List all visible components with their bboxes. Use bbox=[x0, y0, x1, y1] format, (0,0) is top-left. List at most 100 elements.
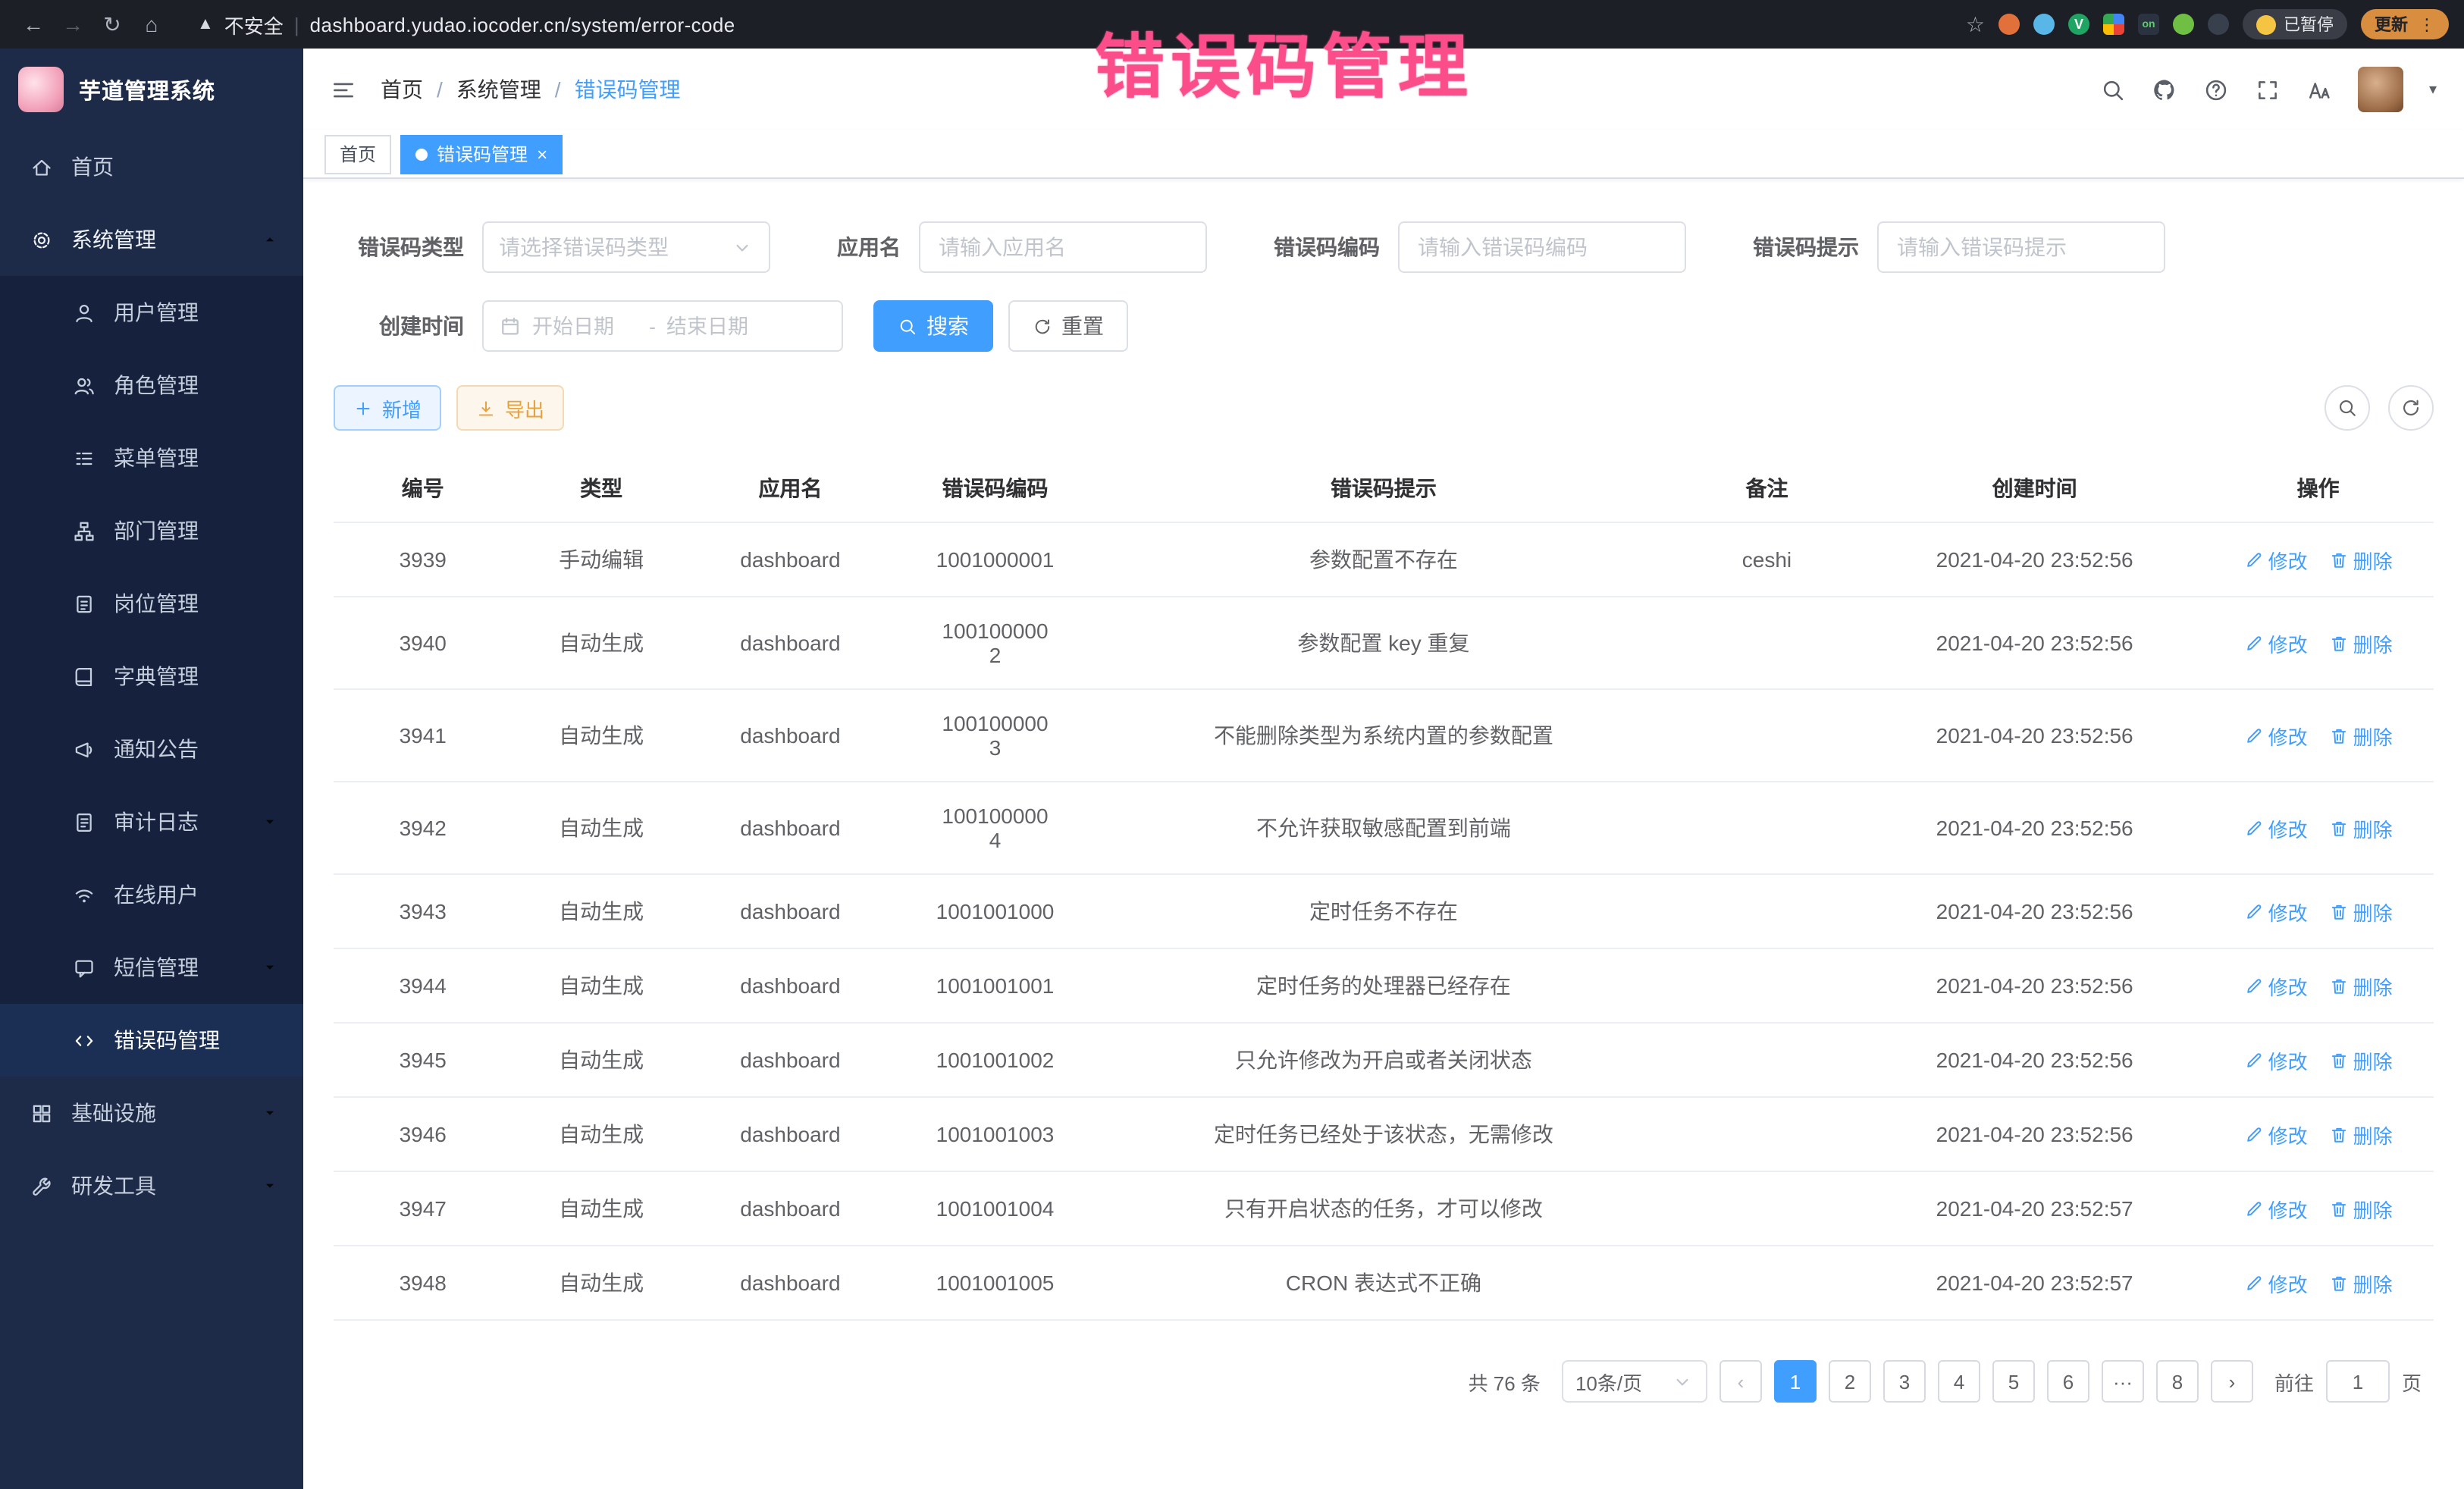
sidebar-item-notice[interactable]: 通知公告 bbox=[0, 713, 303, 785]
app-name-input[interactable] bbox=[919, 221, 1207, 273]
page-button-5[interactable]: 5 bbox=[1992, 1360, 2035, 1403]
goto-page-input[interactable] bbox=[2326, 1360, 2390, 1403]
app-logo[interactable]: 芋道管理系统 bbox=[0, 49, 303, 130]
sidebar-item-home[interactable]: 首页 bbox=[0, 130, 303, 203]
page-button-6[interactable]: 6 bbox=[2047, 1360, 2089, 1403]
sidebar-item-menu[interactable]: 菜单管理 bbox=[0, 422, 303, 494]
cell-app: dashboard bbox=[691, 1097, 890, 1171]
github-icon[interactable] bbox=[2152, 77, 2177, 102]
sidebar-item-audit-log[interactable]: 审计日志 bbox=[0, 785, 303, 858]
font-size-icon[interactable] bbox=[2306, 77, 2332, 102]
delete-link[interactable]: 删除 bbox=[2329, 1268, 2393, 1297]
tag-bar: 首页 错误码管理 × bbox=[303, 130, 2464, 179]
edit-link[interactable]: 修改 bbox=[2244, 1268, 2308, 1297]
sidebar-item-sms[interactable]: 短信管理 bbox=[0, 931, 303, 1004]
paused-badge[interactable]: 已暂停 bbox=[2243, 9, 2347, 39]
edit-link[interactable]: 修改 bbox=[2244, 545, 2308, 574]
browser-home-icon[interactable]: ⌂ bbox=[133, 12, 170, 36]
page-ellipsis[interactable]: ··· bbox=[2102, 1360, 2144, 1403]
error-type-select[interactable]: 请选择错误码类型 bbox=[482, 221, 770, 273]
edit-link[interactable]: 修改 bbox=[2244, 1194, 2308, 1223]
export-button[interactable]: 导出 bbox=[456, 385, 564, 431]
delete-link[interactable]: 删除 bbox=[2329, 1120, 2393, 1149]
reload-icon[interactable]: ↻ bbox=[94, 11, 130, 37]
prev-page-button[interactable]: ‹ bbox=[1719, 1360, 1762, 1403]
page-button-2[interactable]: 2 bbox=[1829, 1360, 1871, 1403]
bookmark-star-icon[interactable]: ☆ bbox=[1966, 11, 1985, 37]
edit-link[interactable]: 修改 bbox=[2244, 1045, 2308, 1074]
page-button-1[interactable]: 1 bbox=[1774, 1360, 1817, 1403]
edit-link[interactable]: 修改 bbox=[2244, 971, 2308, 1000]
sidebar-item-error-code[interactable]: 错误码管理 bbox=[0, 1004, 303, 1077]
reset-button[interactable]: 重置 bbox=[1008, 300, 1128, 352]
refresh-table-button[interactable] bbox=[2388, 385, 2434, 431]
date-range-picker[interactable]: - bbox=[482, 300, 843, 352]
delete-icon bbox=[2329, 633, 2349, 653]
delete-link[interactable]: 删除 bbox=[2329, 813, 2393, 842]
extensions-puzzle-icon[interactable] bbox=[2208, 14, 2229, 35]
delete-link[interactable]: 删除 bbox=[2329, 1045, 2393, 1074]
delete-link[interactable]: 删除 bbox=[2329, 721, 2393, 750]
profile-avatar-icon bbox=[2256, 14, 2276, 34]
cell-app: dashboard bbox=[691, 1023, 890, 1097]
forward-icon[interactable]: → bbox=[55, 12, 91, 36]
help-icon[interactable] bbox=[2203, 77, 2229, 102]
extension-orange-icon[interactable] bbox=[1998, 14, 2020, 35]
cell-app: dashboard bbox=[691, 874, 890, 948]
edit-link[interactable]: 修改 bbox=[2244, 1120, 2308, 1149]
update-button[interactable]: 更新 ⋮ bbox=[2361, 9, 2449, 39]
page-size-select[interactable]: 10条/页 bbox=[1562, 1360, 1707, 1403]
tab-error-code[interactable]: 错误码管理 × bbox=[400, 134, 563, 174]
back-icon[interactable]: ← bbox=[15, 12, 52, 36]
sidebar-item-system[interactable]: 系统管理 bbox=[0, 203, 303, 276]
user-avatar[interactable] bbox=[2358, 67, 2403, 112]
page-button-8[interactable]: 8 bbox=[2156, 1360, 2199, 1403]
hamburger-icon[interactable] bbox=[331, 77, 356, 102]
delete-link[interactable]: 删除 bbox=[2329, 545, 2393, 574]
header-search-icon[interactable] bbox=[2100, 77, 2126, 102]
sidebar-item-role[interactable]: 角色管理 bbox=[0, 349, 303, 422]
avatar-caret-icon[interactable]: ▾ bbox=[2429, 81, 2437, 98]
page-button-4[interactable]: 4 bbox=[1938, 1360, 1980, 1403]
show-search-button[interactable] bbox=[2324, 385, 2370, 431]
breadcrumb-system[interactable]: 系统管理 bbox=[456, 74, 541, 105]
extension-dark-icon[interactable]: on bbox=[2138, 14, 2159, 35]
edit-link[interactable]: 修改 bbox=[2244, 721, 2308, 750]
cell-type: 自动生成 bbox=[512, 597, 690, 689]
search-button[interactable]: 搜索 bbox=[873, 300, 993, 352]
extension-blue-icon[interactable] bbox=[2033, 14, 2055, 35]
sidebar-item-user[interactable]: 用户管理 bbox=[0, 276, 303, 349]
sidebar-item-infra[interactable]: 基础设施 bbox=[0, 1077, 303, 1149]
edit-link[interactable]: 修改 bbox=[2244, 813, 2308, 842]
delete-link[interactable]: 删除 bbox=[2329, 971, 2393, 1000]
sidebar-item-post[interactable]: 岗位管理 bbox=[0, 567, 303, 640]
extension-grid-icon[interactable] bbox=[2103, 14, 2124, 35]
start-date-input[interactable] bbox=[532, 315, 638, 337]
extension-green-icon[interactable]: V bbox=[2068, 14, 2089, 35]
add-button[interactable]: 新增 bbox=[334, 385, 441, 431]
edit-icon bbox=[2244, 901, 2264, 921]
end-date-input[interactable] bbox=[666, 315, 773, 337]
tab-home[interactable]: 首页 bbox=[324, 134, 391, 174]
edit-link[interactable]: 修改 bbox=[2244, 897, 2308, 926]
edit-link[interactable]: 修改 bbox=[2244, 629, 2308, 657]
cell-code: 1001001003 bbox=[890, 1097, 1100, 1171]
cell-app: dashboard bbox=[691, 689, 890, 782]
next-page-button[interactable]: › bbox=[2211, 1360, 2253, 1403]
sidebar-item-dept[interactable]: 部门管理 bbox=[0, 494, 303, 567]
close-tab-icon[interactable]: × bbox=[537, 145, 547, 163]
sidebar-item-devtools[interactable]: 研发工具 bbox=[0, 1149, 303, 1222]
address-bar[interactable]: ▲ 不安全 | dashboard.yudao.iocoder.cn/syste… bbox=[197, 10, 735, 39]
error-hint-input[interactable] bbox=[1877, 221, 2165, 273]
page-button-3[interactable]: 3 bbox=[1883, 1360, 1926, 1403]
error-code-input[interactable] bbox=[1398, 221, 1686, 273]
fullscreen-icon[interactable] bbox=[2255, 77, 2281, 102]
sidebar-item-dict[interactable]: 字典管理 bbox=[0, 640, 303, 713]
delete-link[interactable]: 删除 bbox=[2329, 629, 2393, 657]
breadcrumb-home[interactable]: 首页 bbox=[381, 74, 423, 105]
delete-link[interactable]: 删除 bbox=[2329, 897, 2393, 926]
delete-link[interactable]: 删除 bbox=[2329, 1194, 2393, 1223]
breadcrumb-current: 错误码管理 bbox=[575, 74, 681, 105]
extension-leaf-icon[interactable] bbox=[2173, 14, 2194, 35]
sidebar-item-online-user[interactable]: 在线用户 bbox=[0, 858, 303, 931]
